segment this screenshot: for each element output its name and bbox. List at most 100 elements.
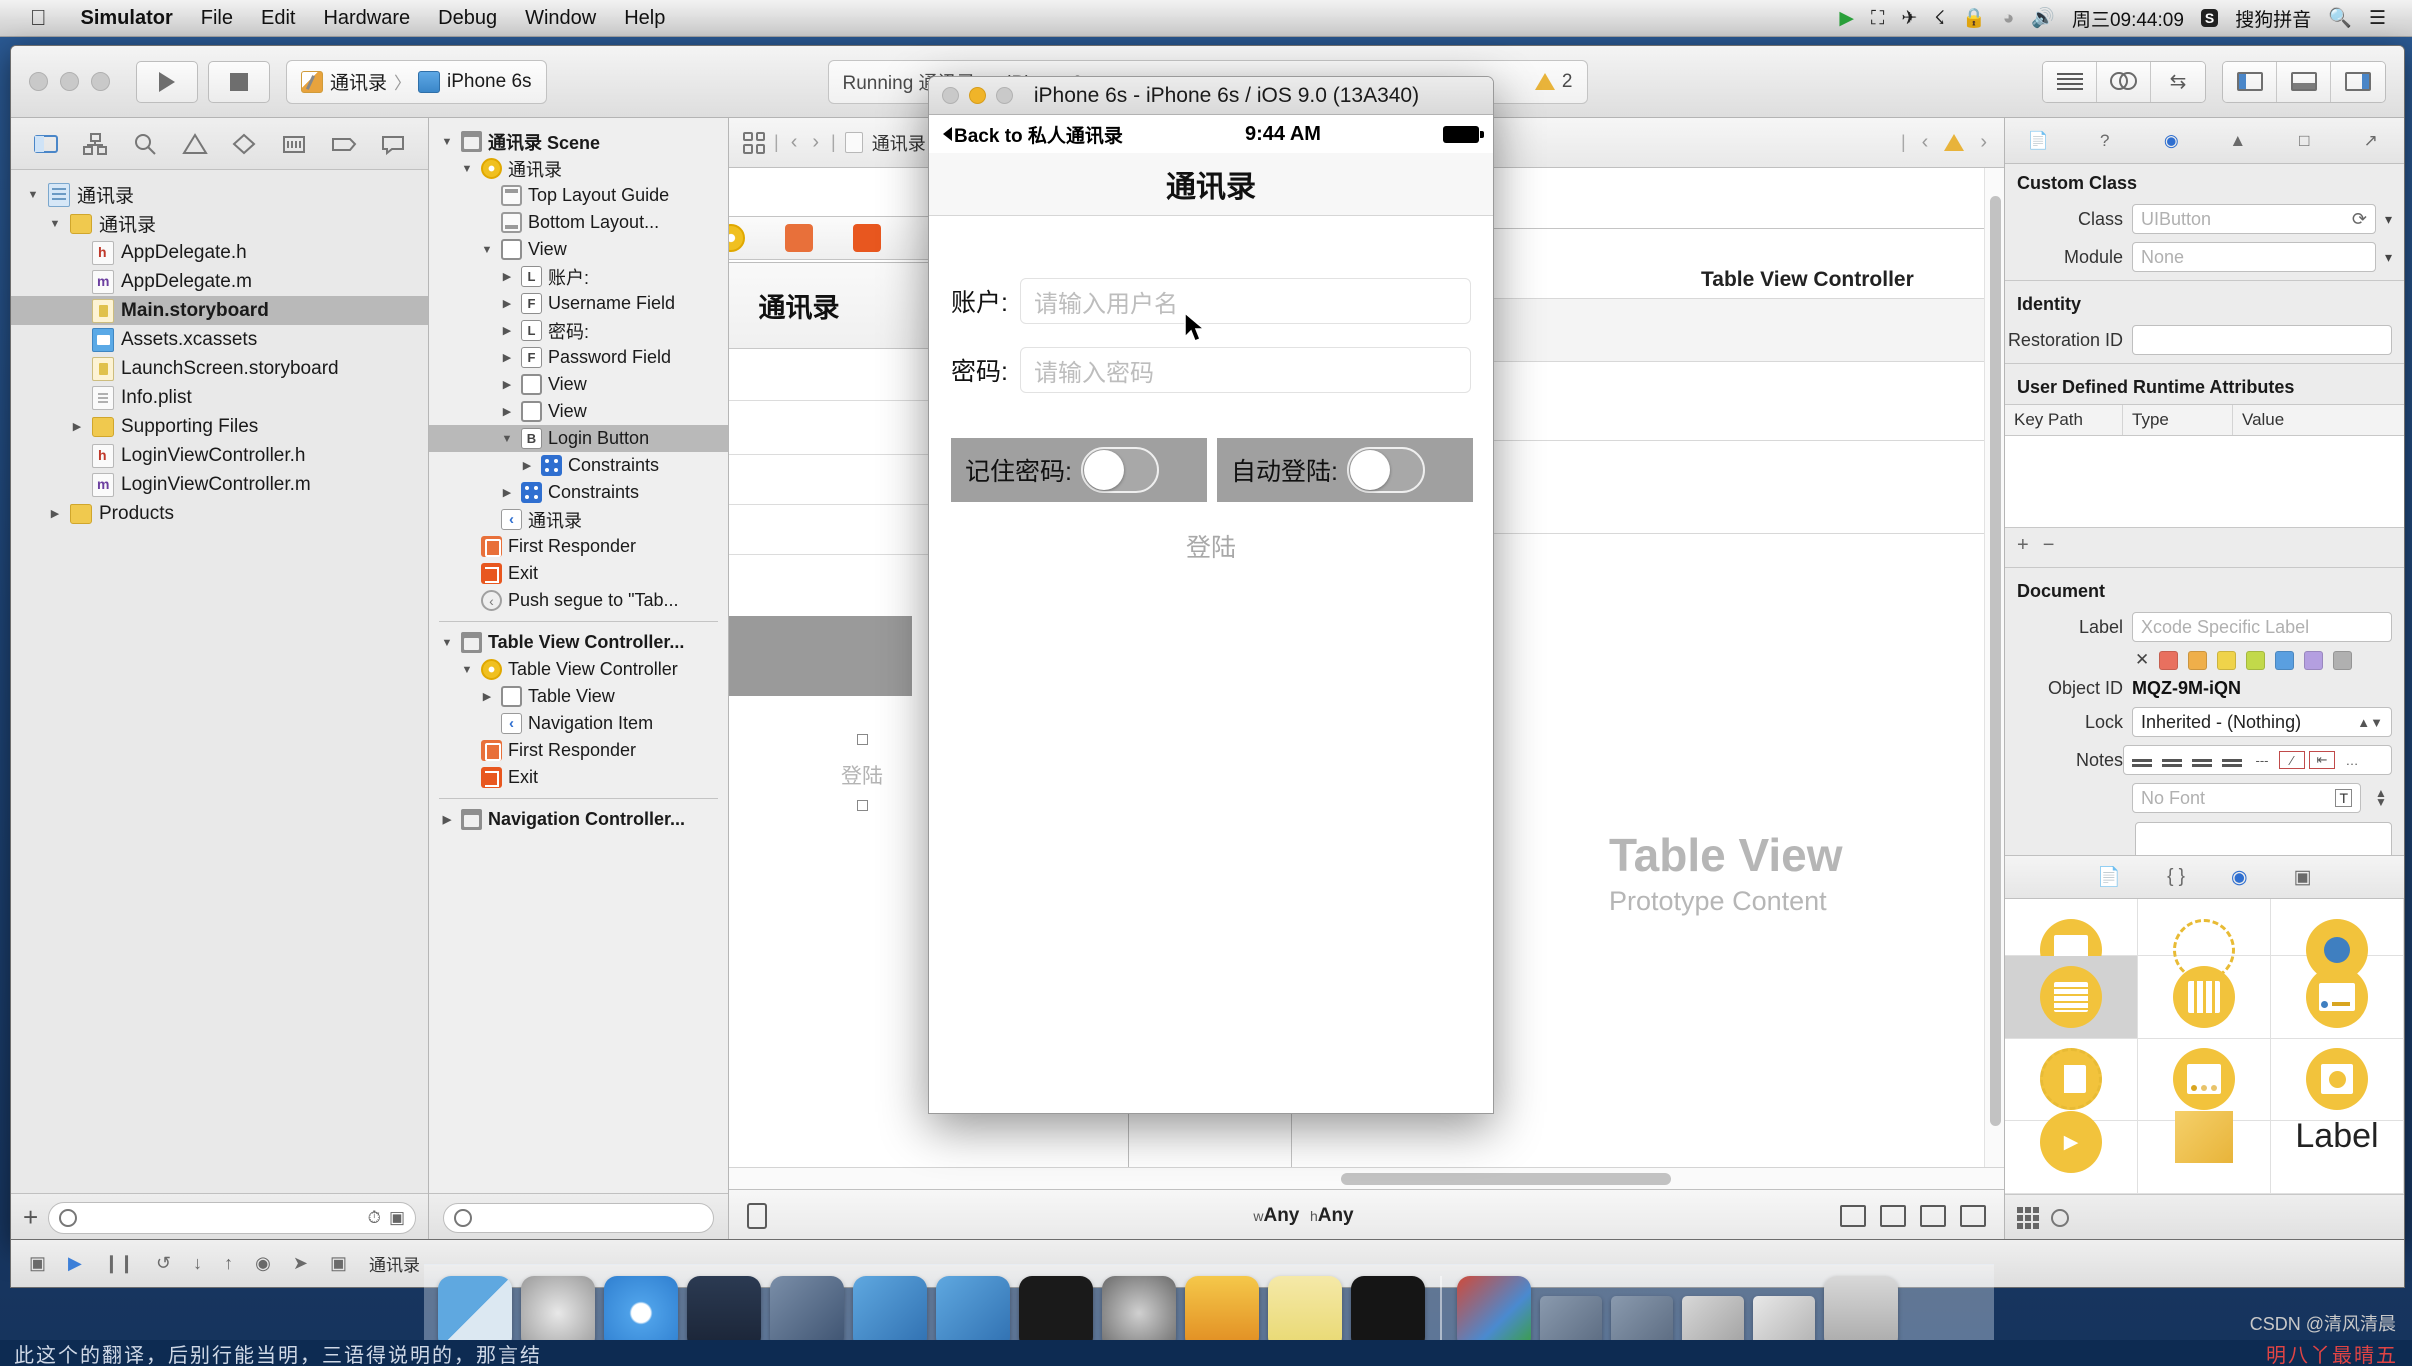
username-field[interactable]: 请输入用户名 bbox=[1019, 278, 1471, 324]
library-grid-view-icon[interactable] bbox=[2017, 1207, 2039, 1229]
simulator-minimize-button[interactable] bbox=[969, 87, 986, 104]
assistant-editor-button[interactable] bbox=[2097, 61, 2151, 102]
menu-item-file[interactable]: File bbox=[187, 7, 247, 30]
module-dropdown-caret-icon[interactable]: ▾ bbox=[2385, 249, 2392, 266]
navigator-row[interactable]: LaunchScreen.storyboard bbox=[11, 354, 428, 383]
quick-help-inspector-tab[interactable]: ? bbox=[2091, 129, 2119, 153]
menu-item-debug[interactable]: Debug bbox=[424, 7, 511, 30]
search-navigator-icon[interactable] bbox=[132, 132, 158, 156]
run-button[interactable] bbox=[136, 60, 198, 103]
navigator-row[interactable]: AppDelegate.h bbox=[11, 238, 428, 267]
outline-row[interactable]: ▼ B Login Button bbox=[429, 425, 728, 452]
menu-item-window[interactable]: Window bbox=[511, 7, 610, 30]
library-item-collection-view[interactable] bbox=[2138, 955, 2271, 1039]
project-navigator-tree[interactable]: ▼ 通讯录 ▼ 通讯录 AppDelegate.h AppDelegate.m Main.s… bbox=[11, 170, 428, 1193]
module-input[interactable]: None bbox=[2132, 242, 2376, 272]
no-style-icon[interactable]: ∕ bbox=[2279, 751, 2305, 769]
password-field[interactable]: 请输入密码 bbox=[1019, 347, 1471, 393]
navigator-row[interactable]: AppDelegate.m bbox=[11, 267, 428, 296]
outline-row[interactable]: ▶ Navigation Controller... bbox=[429, 806, 728, 833]
outline-row[interactable]: ‹ 通讯录 bbox=[429, 506, 728, 533]
add-runtime-attribute-button[interactable]: + bbox=[2017, 534, 2029, 557]
rtl-icon[interactable]: ⇤ bbox=[2309, 751, 2335, 769]
play-status-icon[interactable]: ▶ bbox=[1839, 9, 1854, 28]
outline-row[interactable]: ▶ F Password Field bbox=[429, 344, 728, 371]
restoration-id-input[interactable] bbox=[2132, 325, 2392, 355]
media-library-tab[interactable]: ▣ bbox=[2294, 866, 2312, 889]
outline-row[interactable]: ▶ Table View bbox=[429, 683, 728, 710]
outline-row[interactable]: First Responder bbox=[429, 533, 728, 560]
airplane-mode-icon[interactable]: ✈ bbox=[1901, 9, 1917, 28]
menu-item-help[interactable]: Help bbox=[610, 7, 679, 30]
lock-select[interactable]: Inherited - (Nothing) ▲▼ bbox=[2132, 707, 2392, 737]
toggle-debug-area-button[interactable] bbox=[2277, 61, 2331, 102]
outline-row[interactable]: ▶ View bbox=[429, 371, 728, 398]
align-center-icon[interactable] bbox=[2159, 751, 2185, 769]
disclosure-triangle-icon[interactable]: ▶ bbox=[479, 690, 495, 703]
continue-button-icon[interactable]: ▶ bbox=[68, 1253, 82, 1274]
disclosure-triangle-icon[interactable]: ▼ bbox=[459, 664, 475, 676]
breadcrumb-item-project[interactable]: 通讯录 bbox=[872, 130, 926, 156]
connections-inspector-tab[interactable]: ↗ bbox=[2357, 129, 2385, 153]
library-item-object[interactable] bbox=[2138, 1111, 2271, 1194]
step-over-icon[interactable]: ↺ bbox=[156, 1253, 171, 1274]
navigator-row[interactable]: Assets.xcassets bbox=[11, 325, 428, 354]
swatch-blue[interactable] bbox=[2275, 650, 2295, 670]
disclosure-triangle-icon[interactable]: ▼ bbox=[499, 433, 515, 445]
toggle-inspector-button[interactable] bbox=[2331, 61, 2385, 102]
minimize-window-button[interactable] bbox=[60, 72, 79, 91]
menu-item-edit[interactable]: Edit bbox=[247, 7, 309, 30]
navigator-row[interactable]: LoginViewController.m bbox=[11, 470, 428, 499]
disclosure-triangle-icon[interactable]: ▼ bbox=[25, 189, 41, 201]
warning-triangle-icon[interactable] bbox=[1944, 134, 1965, 151]
spotlight-search-icon[interactable]: 🔍 bbox=[2328, 9, 2352, 28]
dashes-icon[interactable]: --- bbox=[2249, 751, 2275, 769]
navigator-row[interactable]: Main.storyboard bbox=[11, 296, 428, 325]
disclosure-triangle-icon[interactable]: ▼ bbox=[479, 244, 495, 256]
class-input[interactable]: UIButton ⟳ bbox=[2132, 204, 2376, 234]
stop-button[interactable] bbox=[208, 60, 270, 103]
location-arrow-icon[interactable]: ➤ bbox=[293, 1253, 308, 1274]
navigator-row[interactable]: ▼ 通讯录 bbox=[11, 180, 428, 209]
class-refresh-icon[interactable]: ⟳ bbox=[2352, 209, 2367, 230]
outline-row[interactable]: Bottom Layout... bbox=[429, 209, 728, 236]
notes-textarea[interactable] bbox=[2135, 822, 2392, 855]
outline-row[interactable]: ▼ View bbox=[429, 236, 728, 263]
outline-row[interactable]: Exit bbox=[429, 764, 728, 791]
navigator-row[interactable]: ▼ 通讯录 bbox=[11, 209, 428, 238]
volume-icon[interactable]: 🔊 bbox=[2031, 9, 2055, 28]
size-inspector-tab[interactable]: □ bbox=[2290, 129, 2318, 153]
issue-navigator-icon[interactable] bbox=[181, 132, 208, 156]
recent-filter-icon[interactable]: ⏱ bbox=[368, 1208, 381, 1228]
add-file-button[interactable]: + bbox=[23, 1202, 38, 1233]
disclosure-triangle-icon[interactable]: ▼ bbox=[459, 163, 475, 175]
object-library-grid[interactable]: ▶ Label bbox=[2005, 899, 2404, 1195]
identity-inspector-tab[interactable]: ◉ bbox=[2157, 129, 2185, 153]
zoom-window-button[interactable] bbox=[91, 72, 110, 91]
swatch-red[interactable] bbox=[2159, 650, 2179, 670]
auto-login-switch[interactable] bbox=[1346, 447, 1425, 493]
notification-center-icon[interactable]: ☰ bbox=[2369, 9, 2386, 28]
remember-password-row-canvas[interactable] bbox=[729, 616, 912, 696]
outline-row[interactable]: ▶ Constraints bbox=[429, 479, 728, 506]
screen-recording-icon[interactable]: ⛶ bbox=[1871, 9, 1884, 28]
more-options-icon[interactable]: … bbox=[2339, 751, 2365, 769]
toggle-debug-view-icon[interactable]: ▣ bbox=[29, 1253, 46, 1274]
swatch-orange[interactable] bbox=[2188, 650, 2208, 670]
dock-safari-icon[interactable] bbox=[604, 1276, 678, 1350]
menu-bar-clock[interactable]: 周三09:44:09 bbox=[2072, 5, 2184, 32]
canvas-horizontal-scrollbar[interactable] bbox=[729, 1167, 2004, 1189]
standard-editor-button[interactable] bbox=[2043, 61, 2097, 102]
file-template-library-tab[interactable]: 📄 bbox=[2097, 865, 2121, 889]
version-editor-button[interactable]: ⇆ bbox=[2151, 61, 2205, 102]
go-back-button[interactable]: ‹ bbox=[788, 131, 801, 154]
outline-row[interactable]: ▶ L 密码: bbox=[429, 317, 728, 344]
library-item[interactable] bbox=[2271, 899, 2404, 981]
align-justify-icon[interactable] bbox=[2219, 751, 2245, 769]
scheme-selector[interactable]: 通讯录 〉 iPhone 6s bbox=[286, 59, 547, 104]
disclosure-triangle-icon[interactable]: ▼ bbox=[439, 637, 455, 649]
outline-row[interactable]: ▼ 通讯录 Scene bbox=[429, 128, 728, 155]
first-responder-dock-icon[interactable] bbox=[785, 224, 813, 252]
user-defined-table-body[interactable] bbox=[2005, 436, 2404, 528]
ios-simulator-window[interactable]: iPhone 6s - iPhone 6s / iOS 9.0 (13A340)… bbox=[928, 76, 1494, 1114]
